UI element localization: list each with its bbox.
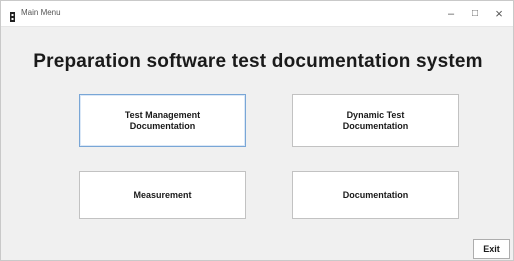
exit-button[interactable]: Exit [473,239,510,259]
close-icon[interactable]: × [487,6,511,22]
main-menu-window: Main Menu – □ × Preparation software tes… [0,0,514,261]
dynamic-test-documentation-button[interactable]: Dynamic Test Documentation [292,94,459,147]
app-icon [9,9,17,22]
test-management-documentation-button[interactable]: Test Management Documentation [79,94,246,147]
window-title: Main Menu [21,8,61,17]
measurement-button[interactable]: Measurement [79,171,246,219]
page-title: Preparation software test documentation … [33,51,483,72]
maximize-icon[interactable]: □ [463,6,487,22]
title-bar[interactable]: Main Menu – □ × [1,1,513,27]
minimize-icon[interactable]: – [439,6,463,22]
documentation-button[interactable]: Documentation [292,171,459,219]
